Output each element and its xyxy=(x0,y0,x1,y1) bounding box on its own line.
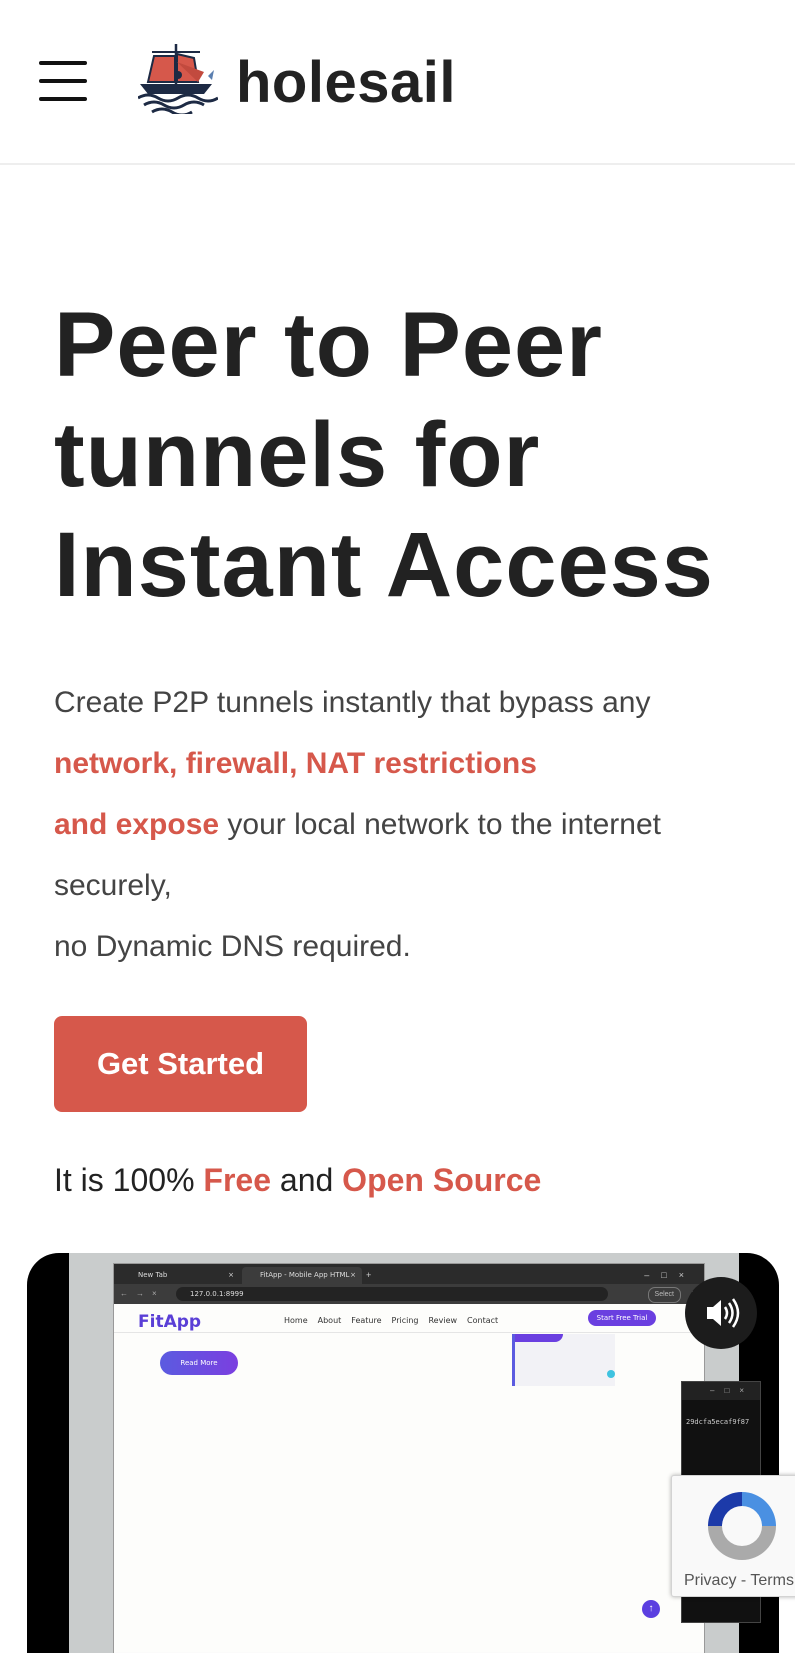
free-open-source-line: It is 100% Free and Open Source xyxy=(54,1160,541,1200)
fitapp-nav-item: Pricing xyxy=(391,1316,419,1325)
fitapp-site: FitApp Home About Feature Pricing Review Cont… xyxy=(114,1304,704,1652)
fitapp-nav-item: Feature xyxy=(351,1316,382,1325)
sailboat-logo-icon[interactable] xyxy=(137,42,219,117)
video-browser-window: New Tab× FitApp - Mobile App HTML Ten× +… xyxy=(113,1263,705,1653)
browser-tab-bar: New Tab× FitApp - Mobile App HTML Ten× +… xyxy=(114,1264,704,1296)
browser-tab-new-label: New Tab xyxy=(138,1271,168,1279)
fitapp-divider xyxy=(114,1332,704,1333)
site-header: holesail xyxy=(0,0,795,165)
free-link[interactable]: Free xyxy=(203,1162,271,1198)
fitapp-logo: FitApp xyxy=(138,1312,202,1332)
terminal-text: 29dcfa5ecaf9f87 xyxy=(686,1418,750,1426)
browser-nav-icons: ←→× xyxy=(120,1289,165,1298)
fitapp-nav-item: Contact xyxy=(467,1316,499,1325)
recaptcha-links: Privacy - Terms xyxy=(684,1572,794,1590)
demo-video[interactable]: New Tab× FitApp - Mobile App HTML Ten× +… xyxy=(27,1253,779,1653)
hamburger-menu-icon[interactable] xyxy=(39,61,87,101)
terminal-controls-icon: –□× xyxy=(682,1382,760,1400)
speaker-volume-icon[interactable] xyxy=(685,1277,757,1349)
fitapp-read-more-button: Read More xyxy=(160,1351,238,1375)
new-tab-icon: + xyxy=(366,1270,372,1280)
video-screen: New Tab× FitApp - Mobile App HTML Ten× +… xyxy=(69,1253,761,1653)
hero-description: Create P2P tunnels instantly that bypass… xyxy=(54,672,754,977)
recaptcha-privacy-link[interactable]: Privacy xyxy=(684,1572,736,1589)
free-prefix: It is 100% xyxy=(54,1162,204,1198)
recaptcha-separator: - xyxy=(736,1572,751,1589)
brand-name[interactable]: holesail xyxy=(236,50,456,116)
browser-tab-new: New Tab × xyxy=(120,1267,240,1284)
scroll-up-icon: ↑ xyxy=(642,1600,660,1618)
fitapp-nav: Home About Feature Pricing Review Contact xyxy=(284,1316,508,1325)
hero-highlight-expose: and expose xyxy=(54,808,220,841)
get-started-button[interactable]: Get Started xyxy=(54,1016,307,1112)
fitapp-trial-button: Start Free Trial xyxy=(588,1310,656,1326)
free-mid: and xyxy=(271,1162,343,1198)
fitapp-nav-item: Home xyxy=(284,1316,308,1325)
browser-tab-fitapp: FitApp - Mobile App HTML Ten× xyxy=(242,1267,362,1296)
recaptcha-badge[interactable]: Privacy - Terms xyxy=(671,1475,795,1597)
browser-url: 127.0.0.1:8999 xyxy=(176,1287,608,1301)
fitapp-mock-card xyxy=(512,1334,615,1386)
browser-address-bar: ←→× 127.0.0.1:8999 Select⋮ xyxy=(114,1284,704,1304)
recaptcha-terms-link[interactable]: Terms xyxy=(750,1572,794,1589)
select-pill: Select xyxy=(647,1287,681,1303)
fitapp-nav-item: About xyxy=(317,1316,342,1325)
recaptcha-logo-icon xyxy=(708,1492,776,1560)
open-source-link[interactable]: Open Source xyxy=(342,1162,541,1198)
hero-text-line4: no Dynamic DNS required. xyxy=(54,930,411,963)
hero-highlight-restrictions: network, firewall, NAT restrictions xyxy=(54,747,537,780)
fitapp-nav-item: Review xyxy=(428,1316,458,1325)
hero-text-line1: Create P2P tunnels instantly that bypass… xyxy=(54,686,651,719)
hero-title: Peer to Peer tunnels for Instant Access xyxy=(54,294,714,616)
